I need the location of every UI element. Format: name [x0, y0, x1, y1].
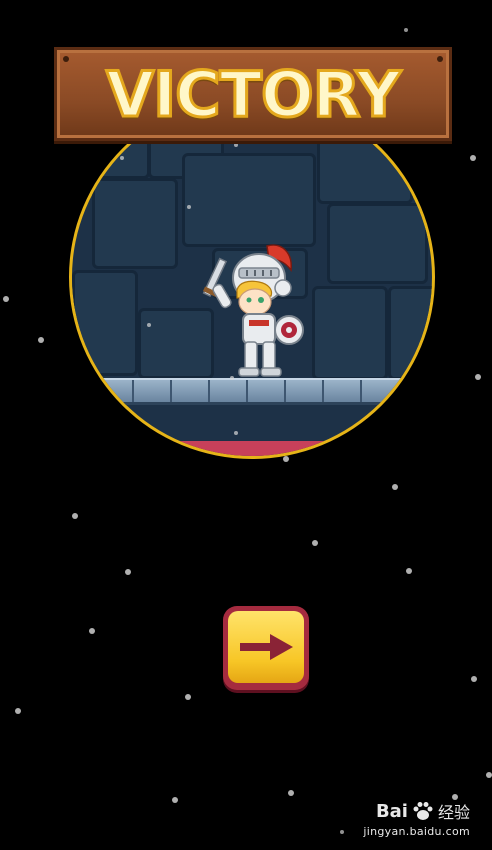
floor-seam	[360, 380, 362, 402]
star	[486, 772, 492, 778]
arrow-right-icon	[240, 634, 293, 660]
star	[406, 568, 412, 574]
victory-banner: VICTORY	[54, 47, 452, 141]
wall-brick	[182, 153, 316, 247]
star	[470, 155, 476, 161]
floor-seam	[246, 380, 248, 402]
star	[147, 323, 151, 327]
wall-brick	[327, 203, 428, 284]
star	[89, 628, 95, 634]
baidu-jingyan-watermark: Bai 经验 jingyan.baidu.com	[363, 799, 470, 839]
watermark-brand: Bai 经验	[363, 799, 470, 823]
floor-seam	[322, 380, 324, 402]
leg-right	[262, 341, 276, 371]
floor-seam	[208, 380, 210, 402]
star	[283, 456, 289, 462]
ear-guard	[274, 279, 292, 297]
next-button-face[interactable]	[228, 611, 304, 683]
knight-character	[202, 244, 304, 377]
star	[185, 694, 191, 700]
floor-seam	[284, 380, 286, 402]
wall-brick	[92, 178, 178, 269]
floor-seam	[132, 380, 134, 402]
star	[340, 830, 344, 834]
floor-seam	[170, 380, 172, 402]
star	[475, 374, 481, 380]
star	[72, 513, 78, 519]
wall-brick	[72, 270, 138, 376]
victory-title: VICTORY	[105, 56, 403, 132]
star	[312, 540, 318, 546]
wall-brick	[388, 286, 432, 380]
face	[238, 288, 272, 316]
watermark-brand-prefix: Bai	[375, 800, 408, 822]
watermark-url: jingyan.baidu.com	[363, 825, 470, 838]
next-level-button[interactable]	[223, 606, 309, 690]
torso	[242, 313, 276, 345]
star	[38, 337, 44, 343]
visor	[238, 267, 280, 279]
star	[404, 28, 408, 32]
star	[172, 797, 178, 803]
wall-brick	[312, 286, 388, 380]
star	[120, 156, 124, 160]
star	[187, 205, 191, 209]
leg-left	[244, 341, 258, 371]
victory-scene	[69, 95, 435, 459]
star	[234, 431, 238, 435]
star	[471, 676, 477, 682]
star	[125, 569, 131, 575]
star	[15, 708, 21, 714]
star	[234, 143, 238, 147]
star	[3, 296, 9, 302]
star	[392, 484, 398, 490]
star	[288, 790, 294, 796]
paw-icon	[413, 802, 433, 820]
watermark-brand-suffix: 经验	[437, 803, 470, 822]
